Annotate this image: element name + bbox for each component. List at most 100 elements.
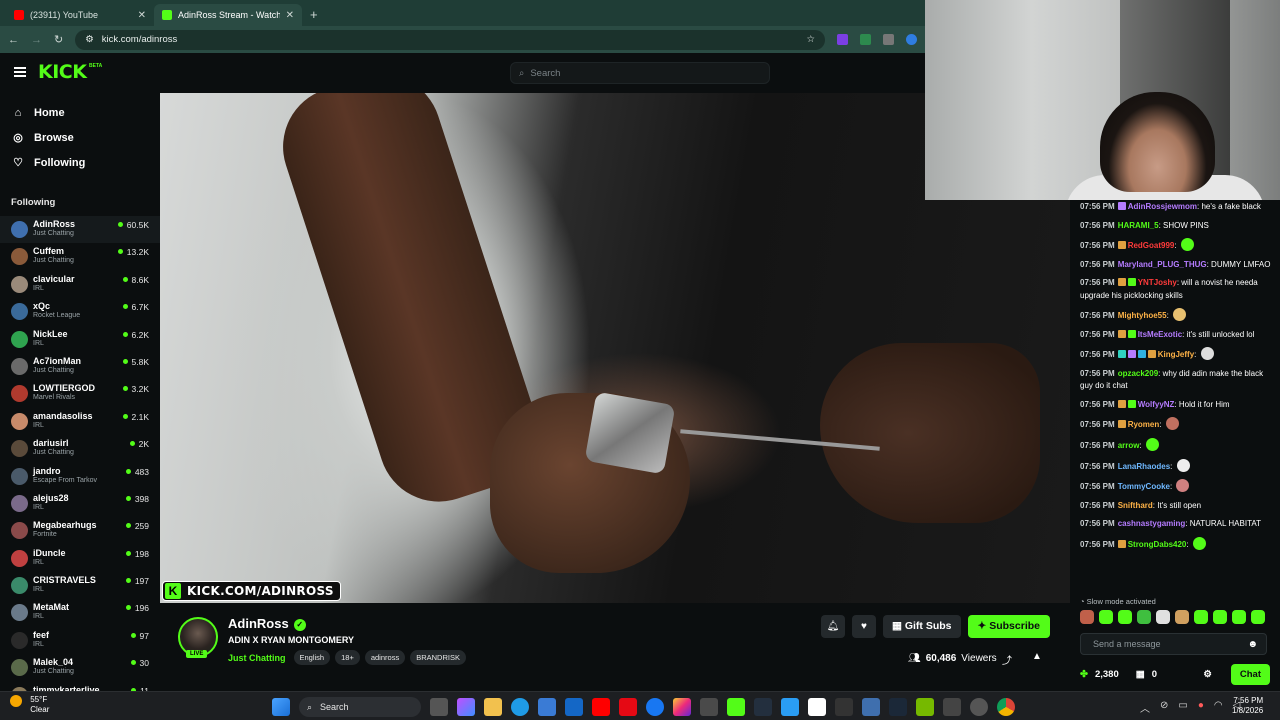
app-icon[interactable] — [835, 698, 853, 716]
gift-subs-button[interactable]: ▦ Gift Subs — [882, 615, 961, 638]
stream-tag[interactable]: English — [293, 650, 331, 665]
chat-username[interactable]: opzack209 — [1118, 369, 1158, 378]
browser-tab[interactable]: (23911) YouTube ✕ — [6, 4, 154, 26]
following-channel[interactable]: iDuncle IRL 198 — [0, 545, 160, 572]
emote-icon[interactable] — [1213, 610, 1227, 624]
emote-icon[interactable] — [1118, 610, 1132, 624]
following-channel[interactable]: clavicular IRL 8.6K — [0, 271, 160, 298]
extension-icon[interactable] — [860, 34, 871, 45]
taskbar-search[interactable]: ⌕ Search — [299, 697, 421, 717]
chat-username[interactable]: Snifthard — [1118, 501, 1153, 510]
app-icon[interactable] — [700, 698, 718, 716]
extension-icon[interactable] — [906, 34, 917, 45]
chat-username[interactable]: arrow — [1118, 441, 1140, 450]
close-tab-icon[interactable]: ✕ — [286, 10, 294, 21]
file-explorer-icon[interactable] — [484, 698, 502, 716]
youtube-icon[interactable] — [592, 698, 610, 716]
extension-icon[interactable] — [837, 34, 848, 45]
emote-icon[interactable] — [1251, 610, 1265, 624]
chat-send-button[interactable]: Chat — [1230, 663, 1270, 685]
instagram-icon[interactable] — [673, 698, 691, 716]
following-channel[interactable]: xQc Rocket League 6.7K — [0, 298, 160, 325]
emote-icon[interactable] — [1137, 610, 1151, 624]
chat-username[interactable]: Maryland_PLUG_THUG — [1118, 260, 1207, 269]
reload-icon[interactable]: ↻ — [54, 33, 63, 46]
stream-tag[interactable]: BRANDRISK — [410, 650, 466, 665]
chat-username[interactable]: Ryomen — [1128, 420, 1160, 429]
copilot-icon[interactable] — [457, 698, 475, 716]
chat-username[interactable]: LanaRhaodes — [1118, 462, 1170, 471]
following-channel[interactable]: LOWTIERGOD Marvel Rivals 3.2K — [0, 380, 160, 407]
browser-tab[interactable]: AdinRoss Stream - Watch Li ✕ — [154, 4, 302, 26]
following-channel[interactable]: MetaMat IRL 196 — [0, 599, 160, 626]
emote-icon[interactable] — [1099, 610, 1113, 624]
following-channel[interactable]: feef IRL 97 — [0, 627, 160, 654]
following-channel[interactable]: NickLee IRL 6.2K — [0, 326, 160, 353]
subscribe-button[interactable]: ✦ Subscribe — [967, 615, 1050, 638]
following-channel[interactable]: timmykarterlive 11 — [0, 682, 160, 691]
hamburger-menu-icon[interactable] — [14, 67, 26, 77]
task-view-icon[interactable] — [430, 698, 448, 716]
stream-tag[interactable]: 18+ — [335, 650, 360, 665]
system-clock[interactable]: 7:56 PM 1/8/2026 — [1232, 696, 1263, 716]
following-channel[interactable]: Malek_04 Just Chatting 30 — [0, 654, 160, 681]
following-channel[interactable]: Ac7ionMan Just Chatting 5.8K — [0, 353, 160, 380]
channel-points[interactable]: 2,380 — [1095, 669, 1119, 680]
chat-username[interactable]: RedGoat999 — [1128, 241, 1175, 250]
netflix-icon[interactable] — [619, 698, 637, 716]
store-icon[interactable] — [538, 698, 556, 716]
following-channel[interactable]: amandasoliss IRL 2.1K — [0, 408, 160, 435]
gift-count[interactable]: 0 — [1152, 669, 1157, 680]
sidebar-nav-following[interactable]: ♡ Following — [0, 150, 160, 175]
edge-icon[interactable] — [511, 698, 529, 716]
chat-username[interactable]: AdinRossjewmom — [1128, 202, 1197, 211]
site-info-icon[interactable]: ⚙ — [85, 34, 94, 45]
stream-category[interactable]: Just Chatting — [228, 653, 286, 663]
sidebar-nav-home[interactable]: ⌂ Home — [0, 100, 160, 125]
forward-icon[interactable]: → — [31, 34, 42, 46]
following-channel[interactable]: dariusirl Just Chatting 2K — [0, 435, 160, 462]
outlook-icon[interactable] — [565, 698, 583, 716]
network-off-icon[interactable]: ⊘ — [1160, 700, 1168, 715]
chat-username[interactable]: YNTJoshy — [1138, 278, 1177, 287]
back-icon[interactable]: ← — [8, 34, 19, 46]
chat-username[interactable]: KingJeffy — [1158, 350, 1194, 359]
emote-icon[interactable] — [1194, 610, 1208, 624]
kick-logo[interactable]: KICK — [38, 61, 87, 83]
emote-icon[interactable] — [1080, 610, 1094, 624]
settings-icon[interactable] — [970, 698, 988, 716]
following-channel[interactable]: jandro Escape From Tarkov 483 — [0, 463, 160, 490]
chat-settings-icon[interactable]: ⚙ — [1203, 669, 1212, 680]
chevron-up-icon[interactable]: ︿ — [1140, 700, 1150, 715]
windows-start-icon[interactable] — [272, 698, 290, 716]
following-channel[interactable]: AdinRoss Just Chatting 60.5K — [0, 216, 160, 244]
chat-message-input[interactable]: Send a message ☻ — [1080, 633, 1267, 655]
close-tab-icon[interactable]: ✕ — [138, 10, 146, 21]
chat-username[interactable]: cashnastygaming — [1118, 519, 1186, 528]
app-icon[interactable] — [862, 698, 880, 716]
amazon-icon[interactable] — [754, 698, 772, 716]
report-icon[interactable]: ▲ — [1032, 651, 1042, 662]
weather-widget[interactable]: 55°F Clear — [10, 695, 49, 715]
facebook-icon[interactable] — [646, 698, 664, 716]
search-input[interactable]: ⌕ Search — [510, 62, 770, 84]
follow-button[interactable]: ♥ — [851, 615, 876, 638]
wifi-icon[interactable]: ◠ — [1214, 700, 1223, 715]
new-tab-icon[interactable]: + — [302, 7, 326, 26]
following-channel[interactable]: CRISTRAVELS IRL 197 — [0, 572, 160, 599]
following-channel[interactable]: alejus28 IRL 398 — [0, 490, 160, 517]
emote-icon[interactable] — [1156, 610, 1170, 624]
extension-icon[interactable] — [883, 34, 894, 45]
following-channel[interactable]: Megabearhugs Fortnite 259 — [0, 517, 160, 544]
nvidia-icon[interactable] — [916, 698, 934, 716]
streamer-name[interactable]: AdinRoss — [228, 616, 289, 631]
emote-icon[interactable] — [1232, 610, 1246, 624]
chat-username[interactable]: Mightyhoe55 — [1118, 311, 1167, 320]
app-icon[interactable] — [943, 698, 961, 716]
tiktok-icon[interactable] — [808, 698, 826, 716]
following-channel[interactable]: Cuffem Just Chatting 13.2K — [0, 243, 160, 270]
chat-username[interactable]: WolfyyNZ — [1138, 400, 1175, 409]
sidebar-nav-browse[interactable]: ◎ Browse — [0, 125, 160, 150]
app-icon[interactable] — [781, 698, 799, 716]
address-bar[interactable]: ⚙ kick.com/adinross ☆ — [75, 29, 825, 50]
